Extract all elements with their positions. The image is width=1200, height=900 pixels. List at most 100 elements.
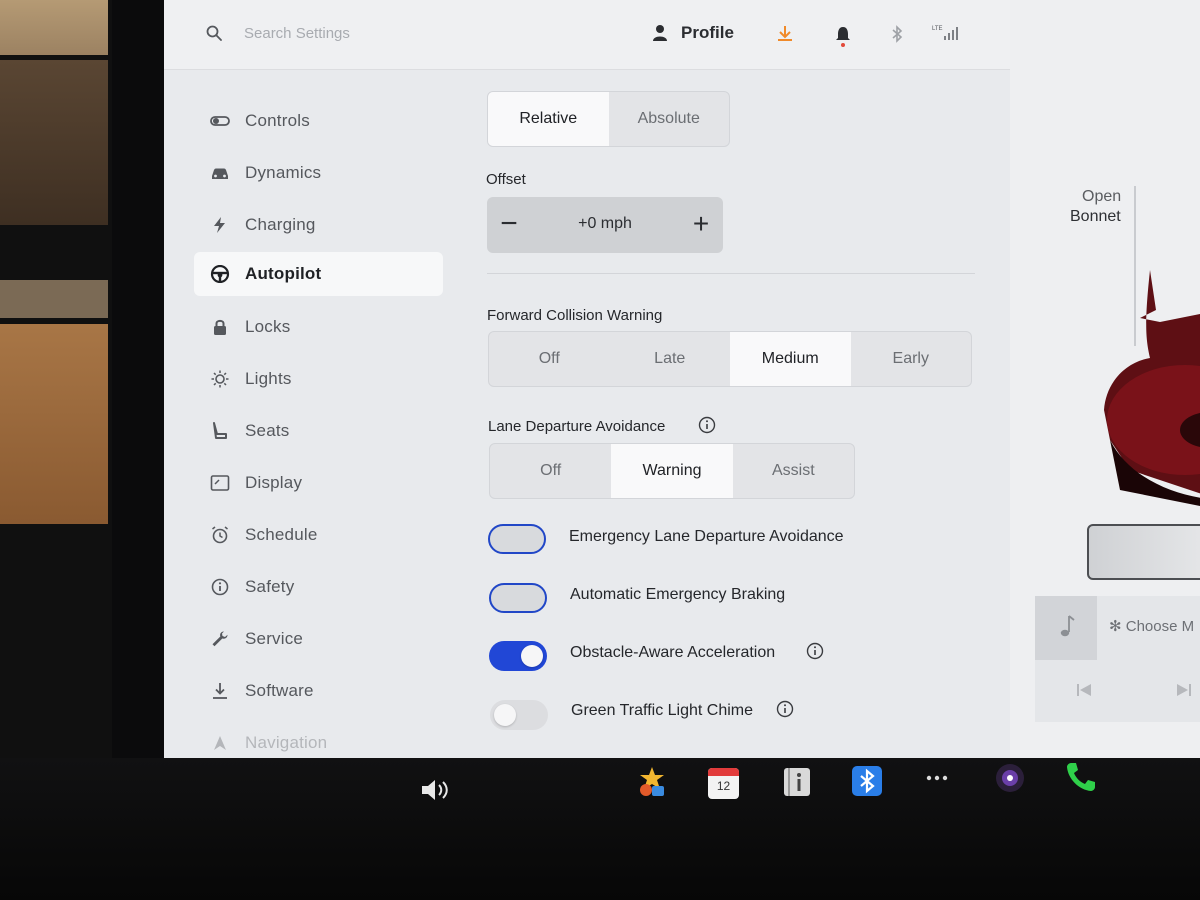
fcw-selector: Off Late Medium Early [488,331,972,387]
manual-icon[interactable] [782,766,812,798]
toggle-label: Green Traffic Light Chime [571,702,754,719]
sidebar-item-label: Seats [245,421,290,440]
choose-media-source-button[interactable]: ✻ Choose M [1109,617,1194,635]
profile-button[interactable]: Profile [681,23,734,43]
app-dock: 12 [0,758,1200,900]
sun-icon [211,370,229,388]
automatic-emergency-braking-toggle[interactable] [489,583,547,613]
sidebar-item-label: Service [245,629,304,648]
green-traffic-light-chime-toggle[interactable] [490,700,548,730]
sidebar-item-software[interactable]: Software [194,669,443,713]
search-input[interactable]: Search Settings [244,25,350,42]
toggle-label: Emergency Lane Departure Avoidance [569,528,844,545]
sidebar-item-autopilot[interactable]: Autopilot [194,252,443,296]
sidebar-item-label: Navigation [245,733,328,752]
emergency-lane-departure-toggle[interactable] [488,524,546,554]
sidebar-item-label: Lights [245,369,292,388]
speed-limit-absolute-option[interactable]: Absolute [609,92,730,146]
sidebar-item-label: Schedule [245,525,318,544]
search-icon[interactable] [206,25,222,41]
sidebar-item-label: Locks [245,317,291,336]
sidebar-item-lights[interactable]: Lights [194,357,443,401]
background-panel [0,280,108,318]
sidebar-item-label: Controls [245,111,310,130]
lda-warning-option[interactable]: Warning [611,444,733,498]
music-note-icon [1060,615,1075,637]
camera-icon[interactable] [994,762,1026,794]
toggle-label: Automatic Emergency Braking [570,586,786,603]
info-icon[interactable] [806,642,824,660]
lda-assist-option[interactable]: Assist [733,444,854,498]
lda-label: Lane Departure Avoidance [488,418,666,435]
display-icon [210,475,230,491]
alarm-icon [212,526,228,544]
more-icon[interactable] [926,774,948,782]
wrench-icon [212,631,228,647]
bluetooth-app-icon[interactable] [852,766,882,796]
volume-icon[interactable] [420,778,452,802]
offset-label: Offset [486,171,526,188]
info-icon[interactable] [698,416,716,434]
download-icon [213,683,227,699]
next-track-icon[interactable] [1175,682,1193,698]
offset-decrease-button[interactable]: − [487,197,531,253]
sidebar-item-label: Display [245,473,303,492]
sidebar-item-schedule[interactable]: Schedule [194,513,443,557]
sidebar-item-label: Dynamics [245,163,322,182]
section-divider [487,273,975,274]
obstacle-aware-acceleration-toggle[interactable] [489,641,547,671]
fcw-label: Forward Collision Warning [487,307,663,324]
bell-icon[interactable] [835,25,851,47]
sidebar-item-label: Safety [245,577,295,596]
download-icon[interactable] [776,24,794,42]
sidebar-item-label: Charging [245,215,316,234]
sidebar-item-controls[interactable]: Controls [194,99,443,143]
bolt-icon [214,217,225,233]
nav-arrow-icon [214,736,226,750]
sidebar-item-safety[interactable]: Safety [194,565,443,609]
media-player: ✻ Choose M [1035,596,1200,722]
toybox-icon[interactable] [636,766,668,798]
background-panel [0,60,108,225]
toggle-icon [210,116,230,126]
profile-icon[interactable] [652,24,668,42]
sidebar-item-seats[interactable]: Seats [194,409,443,453]
bonnet-label[interactable]: Bonnet [1070,208,1121,226]
fcw-late-option[interactable]: Late [610,332,731,386]
fcw-medium-option[interactable]: Medium [730,332,851,386]
speed-limit-relative-option[interactable]: Relative [488,92,609,146]
toggle-knob [521,645,543,667]
fcw-off-option[interactable]: Off [489,332,610,386]
lock-icon [214,319,226,335]
calendar-header [708,768,739,776]
album-art[interactable] [1035,596,1097,660]
lda-off-option[interactable]: Off [490,444,611,498]
vehicle-control-card[interactable] [1087,524,1200,580]
info-circle-icon [211,578,229,596]
touchscreen: Search Settings Profile LTE Controls Dyn… [164,0,1200,758]
signal-icon: LTE [932,26,958,40]
fcw-early-option[interactable]: Early [851,332,972,386]
calendar-day: 12 [716,779,731,793]
open-bonnet-label[interactable]: Open [1082,188,1121,206]
sidebar-item-dynamics[interactable]: Dynamics [194,151,443,195]
sidebar-item-label: Autopilot [245,264,322,283]
car-icon [212,168,228,179]
toggle-label: Obstacle-Aware Acceleration [570,644,776,661]
offset-stepper: − +0 mph + [487,197,723,253]
offset-value: +0 mph [578,215,632,232]
calendar-icon[interactable]: 12 [708,768,739,799]
background-panel [0,324,108,524]
sidebar-item-display[interactable]: Display [194,461,443,505]
sidebar-item-service[interactable]: Service [194,617,443,661]
vehicle-panel: Open Bonnet ✻ Choose M [1010,0,1200,758]
sidebar-item-locks[interactable]: Locks [194,305,443,349]
previous-track-icon[interactable] [1075,682,1093,698]
info-icon[interactable] [776,700,794,718]
speed-limit-mode-selector: Relative Absolute [487,91,730,147]
bluetooth-icon[interactable] [890,25,904,43]
sidebar-item-charging[interactable]: Charging [194,203,443,247]
offset-increase-button[interactable]: + [679,197,723,253]
sidebar-item-navigation[interactable]: Navigation [194,721,443,758]
phone-icon[interactable] [1064,760,1098,794]
